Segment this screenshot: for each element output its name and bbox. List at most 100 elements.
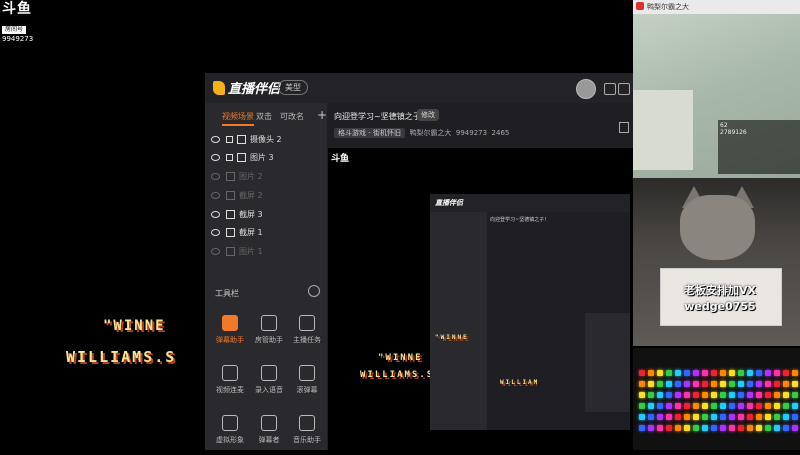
tool-video-link[interactable]: 视频连麦	[210, 365, 250, 405]
keyboard-key	[774, 381, 780, 387]
keyboard-key	[648, 370, 654, 376]
keyboard-key	[792, 414, 798, 420]
keyboard-key	[792, 381, 798, 387]
source-label: 截屏 1	[239, 227, 263, 237]
cat-head	[680, 195, 755, 260]
keyboard-key	[648, 403, 654, 409]
douyu-logo: 斗鱼 房间号 9949273	[2, 2, 36, 44]
source-row[interactable]: 图片 3	[211, 148, 321, 166]
eye-off-icon[interactable]	[211, 247, 220, 255]
tool-danmu-viewer[interactable]: 弹幕者	[249, 415, 289, 455]
mini-stream-name: 鸭梨尔霸之大	[647, 3, 689, 11]
tab-scene[interactable]: 视频场景	[222, 111, 254, 126]
tool-music[interactable]: 音乐助手	[287, 415, 327, 455]
image-icon	[226, 171, 235, 181]
keyboard-key	[639, 425, 645, 431]
source-row[interactable]: 摄像头 2	[211, 130, 321, 148]
nested-titlebar: 直播伴侣	[430, 194, 630, 212]
lock-icon[interactable]	[226, 153, 233, 161]
camera-icon	[237, 134, 246, 144]
nested-brand: 直播伴侣	[435, 199, 463, 207]
image-icon	[237, 152, 246, 162]
avatar[interactable]	[576, 79, 596, 99]
keyboard-key	[711, 392, 717, 398]
source-label: 图片 1	[239, 246, 263, 256]
eye-icon[interactable]	[211, 153, 220, 161]
tab-double-click[interactable]: 双击	[256, 111, 272, 122]
room-id: 9949273	[455, 129, 488, 137]
add-scene-button[interactable]: +	[317, 108, 327, 122]
menu-icon[interactable]	[618, 83, 630, 95]
source-label: 图片 2	[239, 171, 263, 181]
keyboard-key	[729, 425, 735, 431]
tool-host-tasks[interactable]: 主播任务	[287, 315, 327, 355]
monitor-icon	[226, 190, 235, 200]
keyboard-key	[711, 414, 717, 420]
keyboard-key	[720, 370, 726, 376]
keyboard-key	[738, 414, 744, 420]
keyboard-key	[747, 392, 753, 398]
keyboard-key	[666, 370, 672, 376]
eye-icon[interactable]	[211, 135, 220, 143]
keyboard-key	[711, 381, 717, 387]
keyboard-key	[738, 425, 744, 431]
keyboard-key	[747, 370, 753, 376]
tool-voice[interactable]: 录入语音	[249, 365, 289, 405]
collapse-icon[interactable]	[308, 285, 320, 297]
source-row[interactable]: 截屏 1	[211, 223, 321, 241]
lock-icon[interactable]	[226, 135, 233, 143]
trash-icon[interactable]	[619, 122, 629, 133]
keyboard-key	[711, 370, 717, 376]
tool-scroll-danmu[interactable]: 滚弹幕	[287, 365, 327, 405]
monitor-icon	[226, 209, 235, 219]
source-row[interactable]: 图片 2	[211, 167, 321, 185]
keyboard-key	[666, 381, 672, 387]
eye-icon[interactable]	[211, 210, 220, 218]
keyboard-key	[711, 425, 717, 431]
edit-title-button[interactable]: 修改	[417, 109, 439, 121]
keyboard-key	[765, 403, 771, 409]
tool-room-manager[interactable]: 房管助手	[249, 315, 289, 355]
mode-button[interactable]: 美型	[278, 80, 308, 95]
keyboard-key	[774, 414, 780, 420]
keyboard-key	[702, 403, 708, 409]
logo-brand: 斗鱼	[2, 1, 32, 17]
room-category[interactable]: 格斗游戏 - 街机怀旧	[334, 128, 405, 138]
keyboard-key	[756, 403, 762, 409]
eye-off-icon[interactable]	[211, 191, 220, 199]
tool-label: 弹幕者	[258, 436, 280, 444]
keyboard-key	[684, 403, 690, 409]
tool-avatar[interactable]: 虚拟形象	[210, 415, 250, 455]
mini-stream-level: 62	[720, 122, 728, 129]
keyboard-key	[702, 414, 708, 420]
keyboard-key	[720, 414, 726, 420]
chat-icon	[299, 365, 315, 381]
keyboard-key	[792, 403, 798, 409]
app-brand-label: 直播伴侣	[228, 82, 281, 97]
tab-rename[interactable]: 可改名	[280, 111, 304, 122]
keyboard-key	[765, 414, 771, 420]
keyboard-key	[648, 392, 654, 398]
download-icon	[261, 365, 277, 381]
eye-icon[interactable]	[211, 228, 220, 236]
source-row[interactable]: 截屏 3	[211, 205, 321, 223]
tool-danmu-assistant[interactable]: 弹幕助手	[210, 315, 250, 355]
keyboard-key	[702, 381, 708, 387]
keyboard-key	[657, 370, 663, 376]
keyboard-key	[756, 370, 762, 376]
keyboard-key	[666, 425, 672, 431]
gift-icon[interactable]	[604, 83, 616, 95]
keyboard-key	[765, 392, 771, 398]
clipboard-icon	[299, 315, 315, 331]
room-owner: 鸭梨尔霸之大	[409, 129, 452, 137]
keyboard-key	[792, 370, 798, 376]
eye-off-icon[interactable]	[211, 172, 220, 180]
keyboard-key	[783, 403, 789, 409]
source-row[interactable]: 图片 1	[211, 242, 321, 260]
keyboard-key	[729, 414, 735, 420]
keyboard-key	[774, 370, 780, 376]
keyboard-key	[657, 392, 663, 398]
nested-left-panel	[430, 212, 487, 430]
keyboard-key	[774, 403, 780, 409]
source-row[interactable]: 截屏 2	[211, 186, 321, 204]
